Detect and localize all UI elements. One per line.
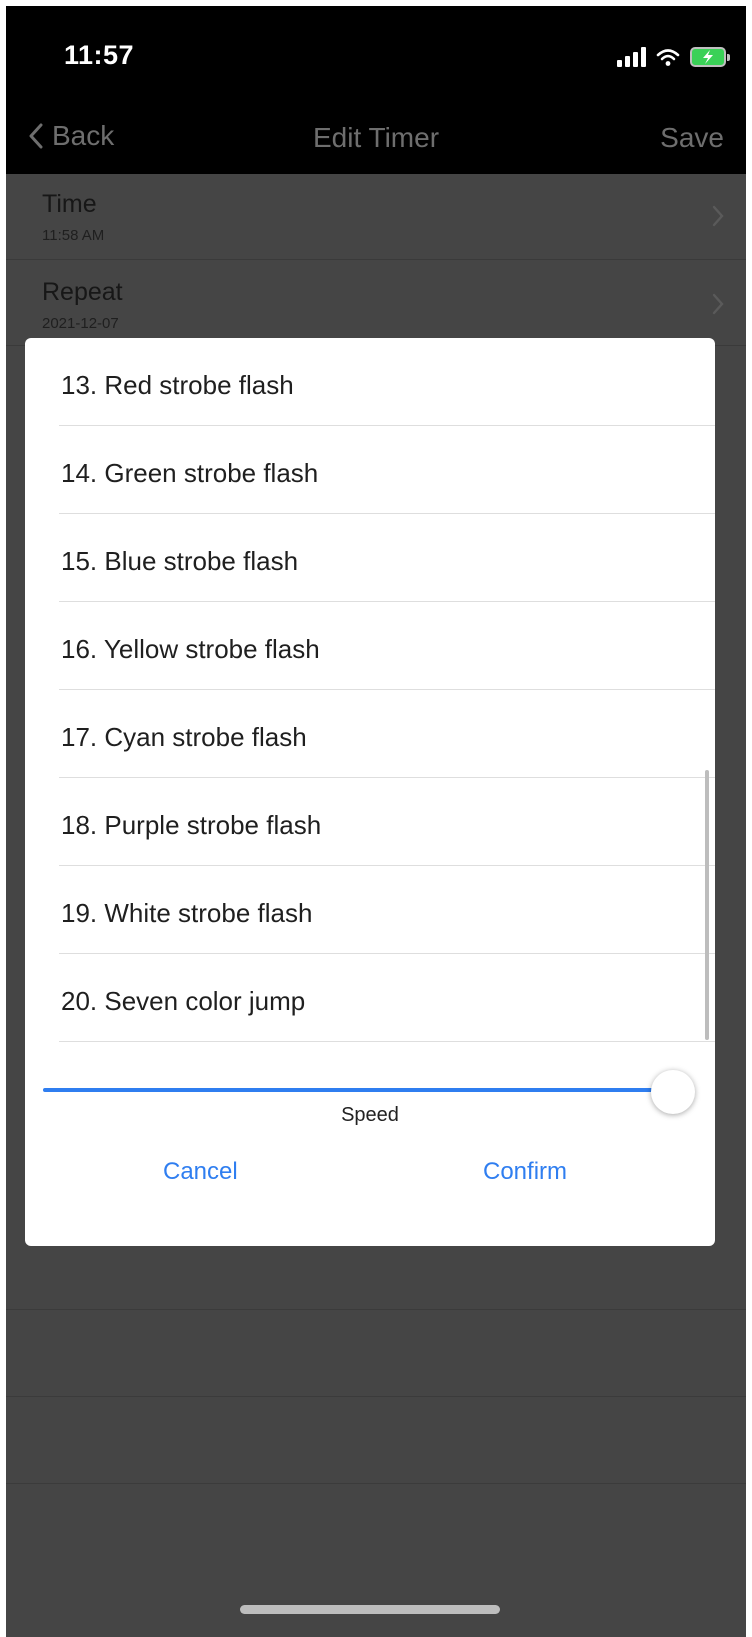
time-row-value: 11:58 AM: [42, 227, 105, 244]
row-divider: [6, 1483, 746, 1484]
time-row[interactable]: Time 11:58 AM: [6, 174, 746, 260]
confirm-button[interactable]: Confirm: [483, 1158, 567, 1186]
repeat-row[interactable]: Repeat 2021-12-07: [6, 260, 746, 346]
save-button[interactable]: Save: [660, 122, 724, 154]
speed-label: Speed: [341, 1104, 399, 1126]
repeat-row-title: Repeat: [42, 278, 123, 306]
mode-item[interactable]: 17. Cyan strobe flash: [59, 690, 715, 778]
mode-item[interactable]: 18. Purple strobe flash: [59, 778, 715, 866]
chevron-right-icon: [712, 205, 724, 227]
battery-icon: [690, 47, 730, 67]
time-row-title: Time: [42, 190, 97, 218]
mode-item[interactable]: 14. Green strobe flash: [59, 426, 715, 514]
mode-item[interactable]: 19. White strobe flash: [59, 866, 715, 954]
chevron-right-icon: [712, 293, 724, 315]
wifi-icon: [656, 49, 680, 66]
speed-slider-track[interactable]: [43, 1088, 673, 1092]
mode-item[interactable]: 20. Seven color jump: [59, 954, 715, 1042]
nav-bar: Back Edit Timer Save: [6, 106, 746, 174]
row-divider: [6, 1396, 746, 1397]
phone-screen: 11:57 Back Edit Timer Save Time 11:58 AM…: [6, 6, 746, 1637]
signal-icon: [617, 47, 646, 67]
home-indicator: [240, 1605, 500, 1614]
repeat-row-value: 2021-12-07: [42, 315, 119, 332]
mode-picker-dialog: 13. Red strobe flash 14. Green strobe fl…: [25, 338, 715, 1246]
list-scrollbar[interactable]: [705, 770, 709, 1040]
mode-item[interactable]: 15. Blue strobe flash: [59, 514, 715, 602]
mode-item[interactable]: 13. Red strobe flash: [59, 338, 715, 426]
cancel-button[interactable]: Cancel: [163, 1158, 238, 1186]
status-time: 11:57: [64, 40, 135, 70]
status-bar: 11:57: [6, 6, 746, 106]
row-divider: [6, 1309, 746, 1310]
status-icons: [617, 42, 730, 72]
mode-item[interactable]: 16. Yellow strobe flash: [59, 602, 715, 690]
page-title: Edit Timer: [312, 122, 440, 153]
